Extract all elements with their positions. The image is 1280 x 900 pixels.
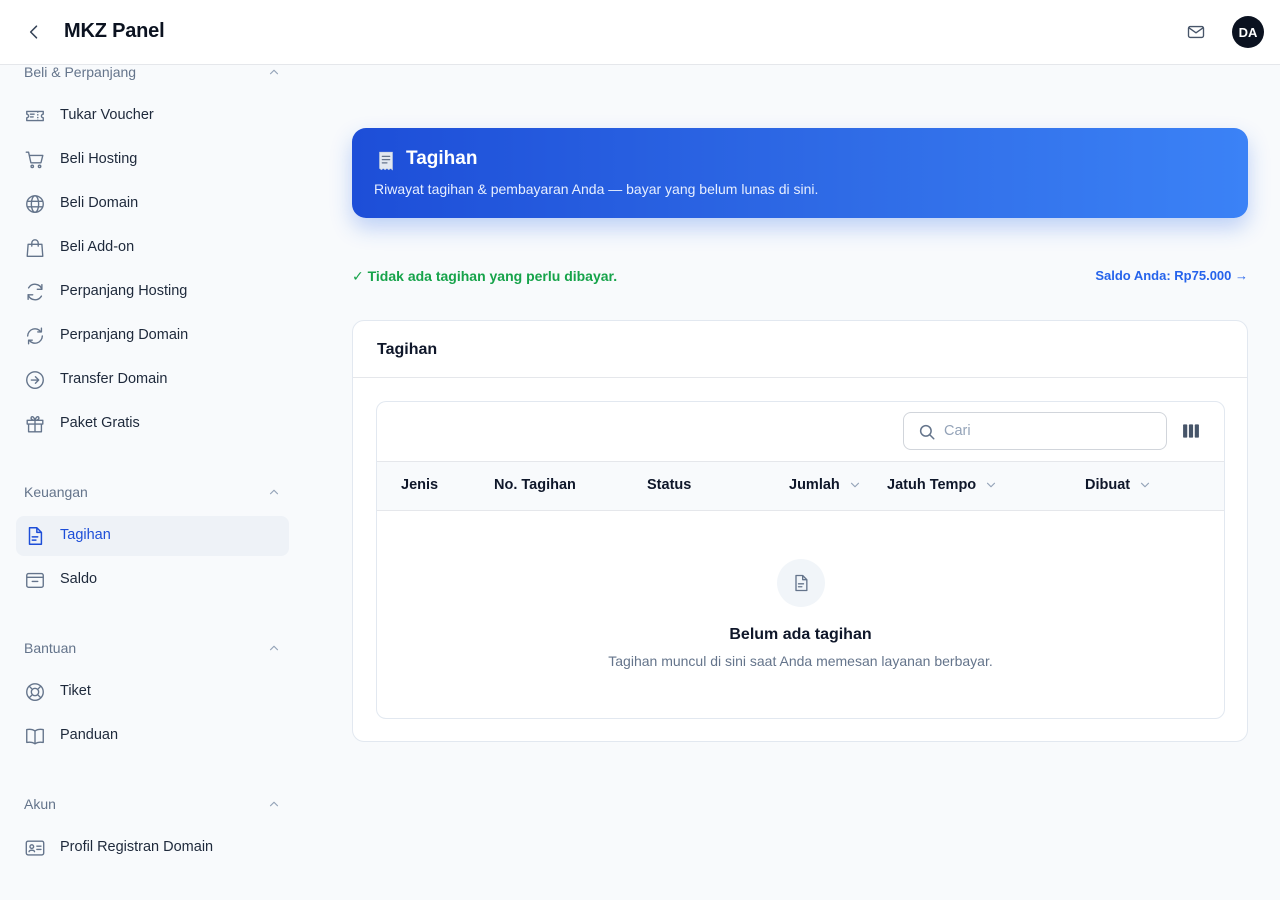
sidebar-item-perpanjang-hosting[interactable]: Perpanjang Hosting bbox=[16, 272, 289, 312]
sidebar-group-keuangan[interactable]: Keuangan bbox=[24, 482, 281, 502]
sidebar-item-label: Paket Gratis bbox=[60, 415, 140, 431]
sidebar-item-tukar-voucher[interactable]: Tukar Voucher bbox=[16, 96, 289, 136]
column-label: Jatuh Tempo bbox=[887, 477, 977, 493]
sidebar-item-label: Panduan bbox=[60, 727, 119, 743]
sidebar: Beli & Perpanjang Tukar Voucher Beli Hos… bbox=[0, 62, 305, 900]
chevron-down-icon bbox=[1141, 482, 1150, 488]
chevron-up-icon bbox=[269, 645, 279, 651]
top-bar: MKZ Panel DA bbox=[0, 0, 1280, 65]
sidebar-item-tagihan[interactable]: Tagihan bbox=[16, 516, 289, 556]
column-header-status: Status bbox=[647, 477, 691, 493]
invoices-card: Tagihan Jenis No. Tagihan Status Jumlah bbox=[352, 320, 1248, 742]
refresh-cycle-icon bbox=[24, 325, 46, 347]
sidebar-item-transfer-domain[interactable]: Transfer Domain bbox=[16, 360, 289, 400]
globe-icon bbox=[24, 193, 46, 215]
columns-icon bbox=[1183, 424, 1199, 438]
sidebar-item-label: Beli Domain bbox=[60, 195, 139, 211]
wallet-icon bbox=[24, 569, 46, 591]
sidebar-item-label: Profil Registran Domain bbox=[60, 839, 214, 855]
sidebar-group-akun[interactable]: Akun bbox=[24, 794, 281, 814]
id-card-icon bbox=[24, 837, 46, 859]
sidebar-item-label: Transfer Domain bbox=[60, 371, 168, 387]
column-label: Jumlah bbox=[789, 477, 840, 493]
sidebar-item-label: Tagihan bbox=[60, 527, 111, 543]
column-header-dibuat[interactable]: Dibuat bbox=[1085, 477, 1152, 493]
card-title: Tagihan bbox=[377, 341, 438, 358]
column-header-jatuh-tempo[interactable]: Jatuh Tempo bbox=[887, 477, 998, 493]
arrow-right-circle-icon bbox=[24, 369, 46, 391]
sidebar-item-panduan[interactable]: Panduan bbox=[16, 716, 289, 756]
empty-state-subtitle: Tagihan muncul di sini saat Anda memesan… bbox=[608, 653, 993, 669]
empty-state-icon bbox=[777, 559, 825, 607]
columns-toggle-button[interactable] bbox=[1180, 420, 1202, 442]
sidebar-group-beli-perpanjang[interactable]: Beli & Perpanjang bbox=[24, 62, 281, 82]
sidebar-group-label: Keuangan bbox=[24, 484, 88, 500]
sidebar-item-label: Tukar Voucher bbox=[60, 107, 154, 123]
document-icon bbox=[795, 574, 808, 592]
book-icon bbox=[24, 725, 46, 747]
document-icon bbox=[24, 525, 46, 547]
card-divider bbox=[353, 377, 1247, 378]
messages-button[interactable] bbox=[1184, 20, 1208, 44]
sidebar-item-saldo[interactable]: Saldo bbox=[16, 560, 289, 600]
sidebar-group-label: Beli & Perpanjang bbox=[24, 64, 137, 80]
page-title: Tagihan bbox=[406, 148, 478, 169]
column-header-no-tagihan: No. Tagihan bbox=[494, 477, 576, 493]
column-label: Jenis bbox=[401, 477, 439, 493]
column-label: No. Tagihan bbox=[494, 477, 576, 493]
sidebar-item-beli-hosting[interactable]: Beli Hosting bbox=[16, 140, 289, 180]
page-subtitle: Riwayat tagihan & pembayaran Anda — baya… bbox=[374, 181, 819, 197]
refresh-icon bbox=[24, 281, 46, 303]
sidebar-item-label: Perpanjang Domain bbox=[60, 327, 189, 343]
payment-status-message: ✓ Tidak ada tagihan yang perlu dibayar. bbox=[352, 268, 618, 284]
chevron-down-icon bbox=[850, 482, 859, 488]
search-input[interactable] bbox=[944, 421, 1154, 441]
shopping-bag-icon bbox=[24, 237, 46, 259]
column-label: Dibuat bbox=[1085, 477, 1131, 493]
empty-state-title: Belum ada tagihan bbox=[729, 626, 872, 643]
mail-icon bbox=[1187, 25, 1205, 39]
saldo-link[interactable]: Saldo Anda: Rp75.000 → bbox=[1095, 268, 1248, 283]
chevron-down-icon bbox=[987, 482, 996, 488]
ticket-icon bbox=[24, 105, 46, 127]
sidebar-group-label: Akun bbox=[24, 796, 56, 812]
sidebar-item-label: Tiket bbox=[60, 683, 91, 699]
sidebar-item-tiket[interactable]: Tiket bbox=[16, 672, 289, 712]
sidebar-item-label: Perpanjang Hosting bbox=[60, 283, 188, 299]
sidebar-item-perpanjang-domain[interactable]: Perpanjang Domain bbox=[16, 316, 289, 356]
column-header-jumlah[interactable]: Jumlah bbox=[789, 477, 862, 493]
sidebar-item-beli-domain[interactable]: Beli Domain bbox=[16, 184, 289, 224]
column-label: Status bbox=[647, 477, 692, 493]
sidebar-group-bantuan[interactable]: Bantuan bbox=[24, 638, 281, 658]
sidebar-item-label: Beli Add-on bbox=[60, 239, 135, 255]
invoices-table: Jenis No. Tagihan Status Jumlah Jatuh Te… bbox=[376, 401, 1225, 719]
sidebar-item-profil-registran-domain[interactable]: Profil Registran Domain bbox=[16, 828, 289, 868]
chevron-left-icon bbox=[29, 25, 38, 39]
user-avatar[interactable]: DA bbox=[1232, 16, 1264, 48]
page-header-banner: Tagihan Riwayat tagihan & pembayaran And… bbox=[352, 128, 1248, 218]
lifebuoy-icon bbox=[24, 681, 46, 703]
app-title: MKZ Panel bbox=[64, 20, 165, 42]
receipt-icon bbox=[375, 150, 397, 172]
cart-icon bbox=[24, 149, 46, 171]
sidebar-group-label: Bantuan bbox=[24, 640, 77, 656]
search-icon bbox=[919, 424, 935, 440]
gift-icon bbox=[24, 413, 46, 435]
sidebar-item-label: Beli Hosting bbox=[60, 151, 138, 167]
chevron-up-icon bbox=[269, 69, 279, 75]
sidebar-item-paket-gratis[interactable]: Paket Gratis bbox=[16, 404, 289, 444]
table-header: Jenis No. Tagihan Status Jumlah Jatuh Te… bbox=[377, 461, 1224, 511]
sidebar-item-beli-add-on[interactable]: Beli Add-on bbox=[16, 228, 289, 268]
column-header-jenis: Jenis bbox=[401, 477, 438, 493]
chevron-up-icon bbox=[269, 489, 279, 495]
chevron-up-icon bbox=[269, 801, 279, 807]
back-button[interactable] bbox=[22, 20, 46, 44]
search-field[interactable] bbox=[903, 412, 1167, 450]
sidebar-item-label: Saldo bbox=[60, 571, 98, 587]
